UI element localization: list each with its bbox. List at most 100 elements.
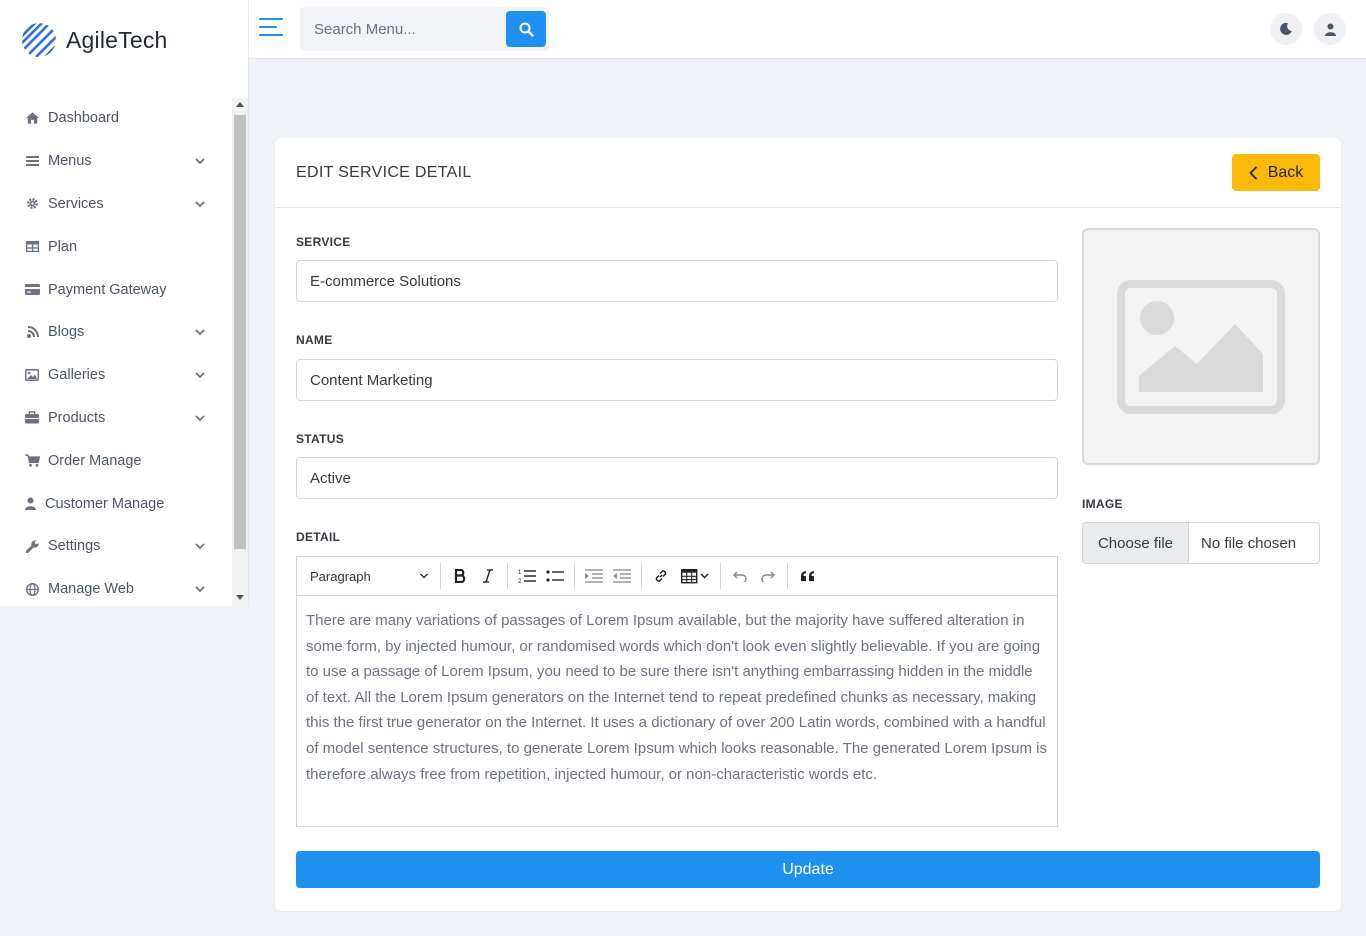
update-button[interactable]: Update xyxy=(296,851,1320,888)
user-icon xyxy=(1324,23,1336,36)
sidebar-item-plan[interactable]: Plan xyxy=(0,225,232,268)
sidebar-item-products[interactable]: Products xyxy=(0,397,232,440)
user-menu-button[interactable] xyxy=(1314,13,1346,45)
italic-icon xyxy=(483,569,493,583)
service-label: SERVICE xyxy=(296,235,351,249)
image-file-input[interactable]: Choose file No file chosen xyxy=(1082,522,1320,564)
chevron-down-icon xyxy=(195,415,205,422)
chevron-down-icon xyxy=(195,329,205,336)
svg-text:2: 2 xyxy=(518,579,522,584)
edit-service-card: EDIT SERVICE DETAIL Back SERVICE E-comme… xyxy=(275,138,1341,911)
chevron-down-icon xyxy=(195,543,205,550)
image-preview xyxy=(1082,228,1320,465)
sidebar-item-payment-gateway[interactable]: Payment Gateway xyxy=(0,268,232,311)
numbered-list-icon: 12 xyxy=(518,570,536,584)
redo-button[interactable] xyxy=(754,561,782,591)
indent-icon xyxy=(585,569,603,583)
editor-content[interactable]: There are many variations of passages of… xyxy=(297,596,1057,787)
sidebar: AgileTech Dashboard Menus Services Plan … xyxy=(0,0,249,606)
sidebar-item-dashboard[interactable]: Dashboard xyxy=(0,97,232,140)
bold-icon xyxy=(454,569,466,583)
search-input[interactable] xyxy=(300,7,505,51)
redo-icon xyxy=(761,571,775,582)
user-icon xyxy=(24,496,37,512)
blockquote-button[interactable] xyxy=(793,561,821,591)
image-icon xyxy=(24,367,40,383)
sidebar-nav: Dashboard Menus Services Plan Payment Ga… xyxy=(0,97,232,606)
scroll-down-icon[interactable] xyxy=(236,595,244,600)
name-field[interactable]: Content Marketing xyxy=(296,359,1058,401)
sidebar-item-services[interactable]: Services xyxy=(0,183,232,226)
sidebar-item-label: Customer Manage xyxy=(45,495,165,512)
dark-mode-toggle[interactable] xyxy=(1270,13,1302,45)
chevron-down-icon xyxy=(419,573,429,579)
sidebar-item-label: Menus xyxy=(48,153,92,170)
numbered-list-button[interactable]: 12 xyxy=(513,561,541,591)
sidebar-item-label: Blogs xyxy=(48,324,85,341)
sidebar-item-order-manage[interactable]: Order Manage xyxy=(0,439,232,482)
link-button[interactable] xyxy=(647,561,675,591)
chevron-down-icon xyxy=(195,158,205,165)
chevron-down-icon xyxy=(195,586,205,593)
service-select[interactable]: E-commerce Solutions xyxy=(296,260,1058,302)
chevron-down-icon xyxy=(195,372,205,379)
wrench-icon xyxy=(24,538,40,554)
sidebar-item-menus[interactable]: Menus xyxy=(0,140,232,183)
bars-icon xyxy=(24,153,40,169)
briefcase-icon xyxy=(24,410,40,426)
top-header xyxy=(249,0,1366,59)
brand-logo[interactable]: AgileTech xyxy=(20,20,168,60)
paragraph-style-dropdown[interactable]: Paragraph xyxy=(303,561,435,591)
home-icon xyxy=(24,110,40,126)
table-icon xyxy=(681,569,709,584)
insert-table-button[interactable] xyxy=(675,561,715,591)
globe-icon xyxy=(24,581,40,597)
detail-label: DETAIL xyxy=(296,530,341,544)
menu-toggle-icon[interactable] xyxy=(259,18,283,38)
search-box xyxy=(300,7,549,51)
undo-button[interactable] xyxy=(726,561,754,591)
page-title: EDIT SERVICE DETAIL xyxy=(296,164,472,181)
scroll-up-icon[interactable] xyxy=(236,102,244,107)
bold-button[interactable] xyxy=(446,561,474,591)
image-placeholder-icon xyxy=(1117,279,1285,414)
blog-icon xyxy=(24,324,40,340)
sidebar-item-manage-web[interactable]: Manage Web xyxy=(0,568,232,606)
indent-button[interactable] xyxy=(580,561,608,591)
search-button[interactable] xyxy=(506,11,546,47)
choose-file-button[interactable]: Choose file xyxy=(1083,523,1189,563)
italic-button[interactable] xyxy=(474,561,502,591)
sidebar-item-label: Services xyxy=(48,195,104,212)
scrollbar-thumb[interactable] xyxy=(234,115,246,549)
sidebar-item-label: Galleries xyxy=(48,367,106,384)
cart-icon xyxy=(24,453,40,469)
back-button-label: Back xyxy=(1267,163,1304,181)
credit-card-icon xyxy=(24,282,40,298)
sidebar-item-customer-manage[interactable]: Customer Manage xyxy=(0,482,232,525)
sidebar-item-blogs[interactable]: Blogs xyxy=(0,311,232,354)
rich-text-editor: Paragraph 12 There are many variations o… xyxy=(296,556,1058,827)
sidebar-item-label: Settings xyxy=(48,538,101,555)
status-select[interactable]: Active xyxy=(296,457,1058,499)
editor-toolbar: Paragraph 12 xyxy=(297,557,1057,596)
status-label: STATUS xyxy=(296,432,345,446)
paragraph-style-value: Paragraph xyxy=(310,568,371,584)
sidebar-item-label: Order Manage xyxy=(48,452,142,469)
chevron-left-icon xyxy=(1248,165,1257,180)
quote-icon xyxy=(800,571,814,581)
back-button[interactable]: Back xyxy=(1232,154,1320,191)
sidebar-item-label: Payment Gateway xyxy=(48,281,167,298)
file-status: No file chosen xyxy=(1201,534,1297,552)
outdent-button[interactable] xyxy=(608,561,636,591)
sidebar-scrollbar[interactable] xyxy=(232,98,248,606)
undo-icon xyxy=(733,571,747,582)
outdent-icon xyxy=(613,569,631,583)
bulleted-list-button[interactable] xyxy=(541,561,569,591)
table-icon xyxy=(24,239,40,255)
brand-name: AgileTech xyxy=(66,26,168,53)
sidebar-item-galleries[interactable]: Galleries xyxy=(0,354,232,397)
name-label: NAME xyxy=(296,333,333,347)
sidebar-item-settings[interactable]: Settings xyxy=(0,525,232,568)
sidebar-item-label: Products xyxy=(48,409,106,426)
link-icon xyxy=(655,570,667,582)
